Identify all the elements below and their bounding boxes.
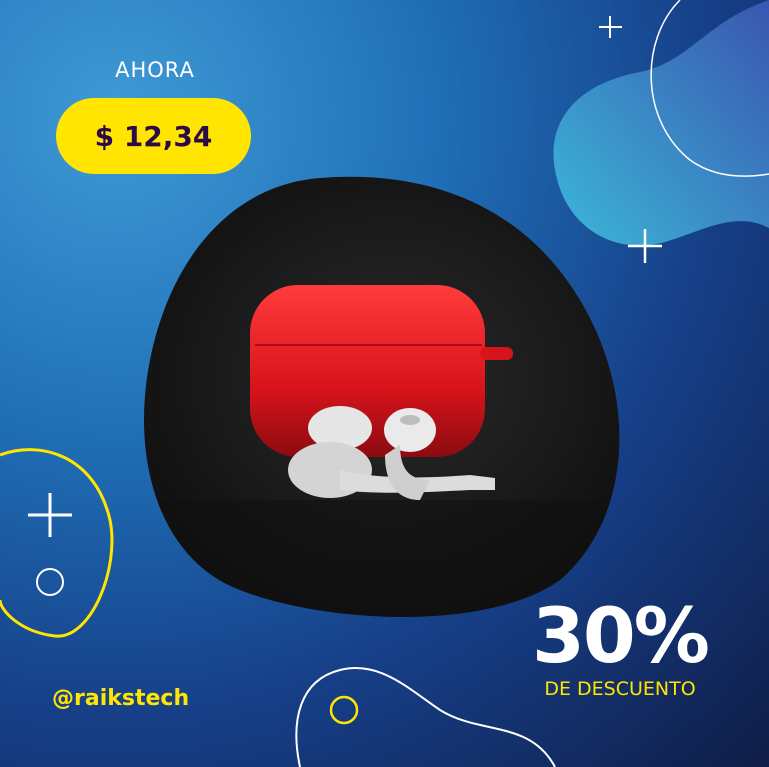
discount-percent: 30%: [532, 591, 710, 680]
price-value: $ 12,34: [94, 119, 213, 153]
discount-block: 30% DE DESCUENTO: [520, 591, 720, 701]
discount-label: DE DESCUENTO: [544, 678, 696, 700]
promo-banner: AHORA $ 12,34 30% DE DESCUENTO @raikstec…: [0, 0, 769, 767]
airpods-case: [250, 285, 513, 457]
now-label: AHORA: [115, 58, 195, 82]
social-handle: @raikstech: [52, 686, 190, 711]
price-badge: $ 12,34: [56, 98, 251, 174]
